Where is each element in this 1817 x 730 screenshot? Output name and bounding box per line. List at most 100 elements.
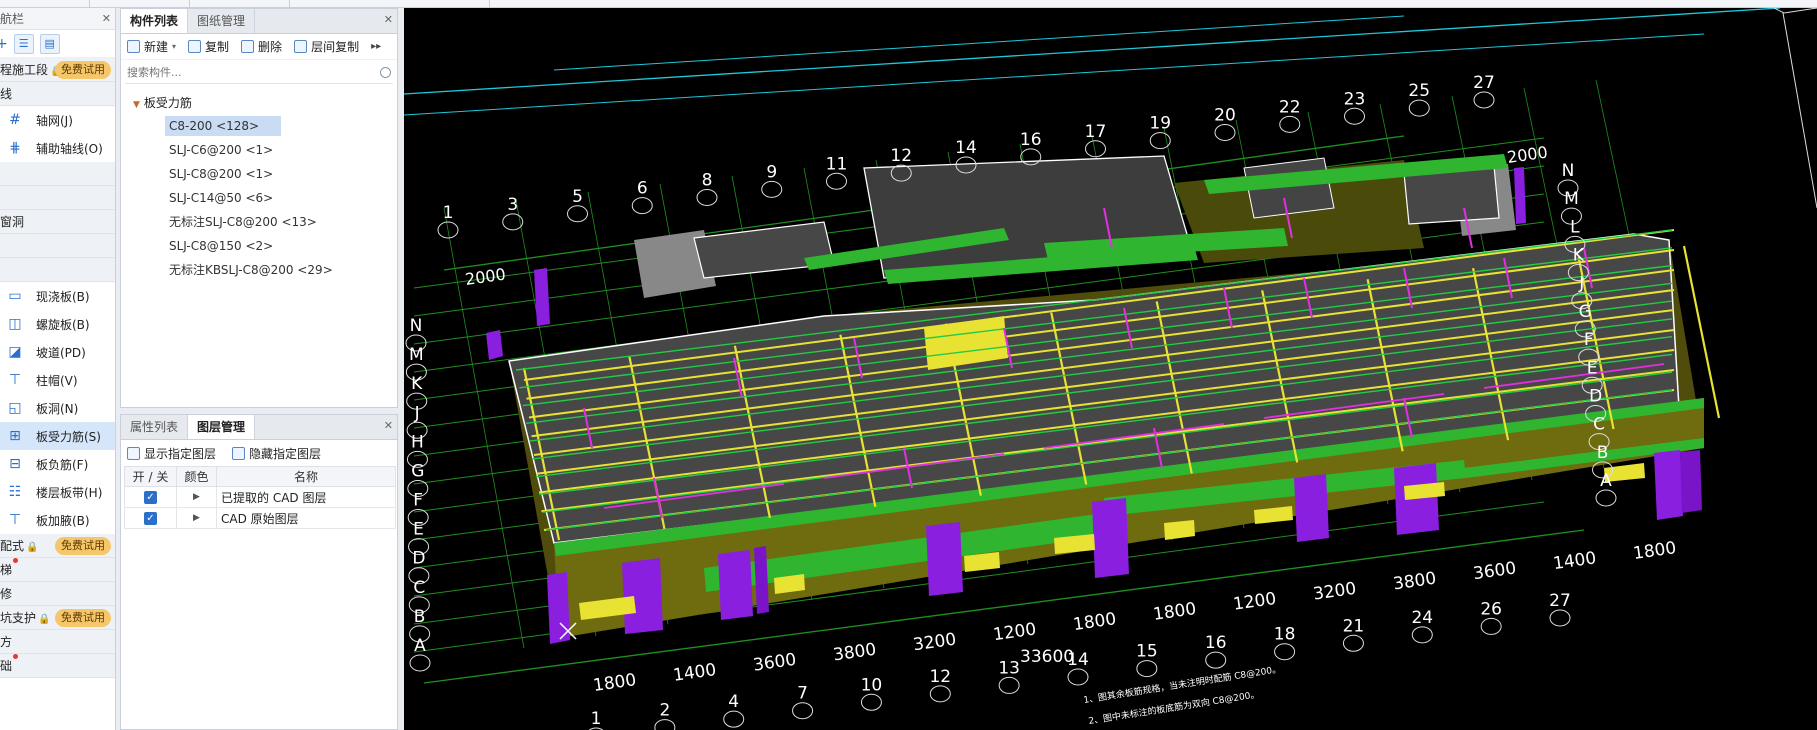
nav-section-column[interactable]: 柱 bbox=[0, 162, 115, 186]
bottom-axis-bubble: 10 bbox=[861, 675, 882, 711]
axis-label: 6 bbox=[637, 179, 648, 199]
detail-view-icon[interactable]: ▤ bbox=[39, 33, 60, 54]
list-item-label: SLJ-C14@50 <6> bbox=[169, 191, 274, 205]
free-trial-badge[interactable]: 免费试用 bbox=[55, 609, 111, 627]
tab-layer-management[interactable]: 图层管理 bbox=[188, 415, 256, 439]
axis-bubble-outline bbox=[792, 702, 814, 720]
axis-bubble-outline bbox=[998, 676, 1020, 694]
free-trial-badge[interactable]: 免费试用 bbox=[55, 61, 111, 79]
nav-view-toolbar: + ☰ ▤ bbox=[0, 30, 115, 58]
copy-icon bbox=[188, 40, 202, 53]
nav-item-ramp[interactable]: ◪ 坡道(PD) bbox=[0, 338, 115, 366]
list-item[interactable]: SLJ-C6@200 <1> bbox=[121, 138, 397, 162]
expand-icon[interactable]: ▶ bbox=[176, 486, 217, 508]
layer-visible-checkbox[interactable]: ✓ bbox=[144, 511, 157, 525]
axis-label: 9 bbox=[766, 162, 777, 182]
layer-visible-checkbox[interactable]: ✓ bbox=[144, 490, 157, 504]
viewport-canvas[interactable]: 1 3 5 6 8 9 11 12 14 16 17 19 20 22 23 25 271 2 4 7 10 12 13 14… bbox=[404, 8, 1817, 730]
nav-item-slab-strip[interactable]: ☷ 楼层板带(H) bbox=[0, 478, 115, 506]
top-toolbar-segment[interactable] bbox=[0, 0, 90, 7]
new-label: 新建 bbox=[144, 40, 169, 54]
nav-section-earthwork[interactable]: 土方 bbox=[0, 630, 115, 654]
close-icon[interactable]: ✕ bbox=[384, 13, 393, 26]
search-icon[interactable] bbox=[380, 67, 391, 78]
copy-button[interactable]: 复制 bbox=[188, 38, 229, 55]
list-view-icon[interactable]: ☰ bbox=[13, 33, 34, 54]
list-item[interactable]: 无标注SLJ-C8@200 <13> bbox=[121, 210, 397, 234]
axis-label: G bbox=[1579, 302, 1592, 322]
close-icon[interactable]: ✕ bbox=[102, 8, 111, 30]
nav-item-column-cap[interactable]: ⊤ 柱帽(V) bbox=[0, 366, 115, 394]
dimension-label: 3600 bbox=[752, 650, 798, 676]
nav-section-pit-support[interactable]: 基坑支护🔒 免费试用 bbox=[0, 606, 115, 630]
hide-layer-label: 隐藏指定图层 bbox=[249, 446, 322, 461]
nav-section-decoration[interactable]: 装修 bbox=[0, 582, 115, 606]
axis-label: 22 bbox=[1279, 97, 1301, 117]
show-layer-button[interactable]: 显示指定图层 bbox=[127, 445, 216, 462]
nav-item-aux-grid[interactable]: ⋕ 辅助轴线(O) bbox=[0, 134, 115, 162]
nav-item-slab-rebar[interactable]: ⊞ 板受力筋(S) bbox=[0, 422, 115, 450]
bottom-axis-bubble: 1 bbox=[588, 709, 604, 730]
top-toolbar-segment[interactable] bbox=[290, 0, 490, 7]
nav-item-grid[interactable]: # 轴网(J) bbox=[0, 106, 115, 134]
nav-section-stairs[interactable]: 楼梯 bbox=[0, 558, 115, 582]
nav-section-axis[interactable]: 轴线 bbox=[0, 82, 115, 106]
axis-label: D bbox=[412, 549, 425, 569]
axis-label: M bbox=[409, 345, 424, 365]
nav-section-slab[interactable]: 板 bbox=[0, 258, 115, 282]
add-icon[interactable]: + bbox=[0, 36, 8, 52]
3d-model-viewport[interactable]: 1 3 5 6 8 9 11 12 14 16 17 19 20 22 23 25 27 1 2 4 7 10 12 13 14… bbox=[404, 8, 1817, 730]
nav-item-negative-rebar[interactable]: ⊟ 板负筋(F) bbox=[0, 450, 115, 478]
layer-table: 开 / 关 颜色 名称 ✓ ▶ 已提取的 CAD 图层 ✓ ▶ CAD 原始图层 bbox=[124, 466, 396, 529]
new-button[interactable]: 新建 ▾ bbox=[127, 38, 176, 55]
nav-section-prefab[interactable]: 装配式🔒 免费试用 bbox=[0, 534, 115, 558]
table-row[interactable]: ✓ ▶ 已提取的 CAD 图层 bbox=[124, 486, 396, 508]
nav-item-haunch[interactable]: ⊤ 板加腋(B) bbox=[0, 506, 115, 534]
list-item[interactable]: 无标注KBSLJ-C8@200 <29> bbox=[121, 258, 397, 282]
top-axis-bubble: 27 bbox=[1473, 73, 1495, 109]
top-dimension-label: 2000 bbox=[464, 264, 507, 288]
nav-section-construction-stage[interactable]: 工程施工段🔒 免费试用 bbox=[0, 58, 115, 82]
column bbox=[1394, 463, 1439, 535]
tab-component-list[interactable]: 构件列表 bbox=[121, 9, 189, 33]
list-item[interactable]: SLJ-C8@150 <2> bbox=[121, 234, 397, 258]
search-input[interactable] bbox=[127, 66, 357, 79]
nav-section-label: 土方 bbox=[0, 635, 13, 649]
list-item[interactable]: SLJ-C14@50 <6> bbox=[121, 186, 397, 210]
hide-layer-button[interactable]: 隐藏指定图层 bbox=[232, 445, 321, 462]
nav-item-label: 楼层板带(H) bbox=[36, 485, 103, 500]
expand-icon[interactable]: ▼ bbox=[133, 100, 140, 110]
dimension-label: 1800 bbox=[1072, 609, 1118, 635]
top-toolbar-segment[interactable] bbox=[190, 0, 290, 7]
top-toolbar-segment[interactable] bbox=[90, 0, 190, 7]
tab-drawing-management[interactable]: 图纸管理 bbox=[188, 9, 256, 33]
nav-item-cast-slab[interactable]: ▭ 现浇板(B) bbox=[0, 282, 115, 310]
nav-section-beam[interactable]: 梁 bbox=[0, 234, 115, 258]
close-icon[interactable]: ✕ bbox=[384, 419, 393, 432]
axis-label: 2 bbox=[659, 701, 670, 721]
axis-label: 16 bbox=[1205, 633, 1227, 653]
tree-root[interactable]: ▼ 板受力筋 bbox=[121, 92, 397, 114]
reference-line bbox=[404, 33, 1705, 116]
column bbox=[486, 330, 503, 360]
more-icon[interactable]: ▸▸ bbox=[371, 41, 381, 52]
expand-icon[interactable]: ▶ bbox=[176, 507, 217, 529]
free-trial-badge[interactable]: 免费试用 bbox=[55, 537, 111, 555]
floor-copy-label: 层间复制 bbox=[311, 40, 360, 54]
nav-section-openings[interactable]: 门窗洞 bbox=[0, 210, 115, 234]
list-item[interactable]: SLJ-C8@200 <1> bbox=[121, 162, 397, 186]
nav-section-wall[interactable]: 墙 bbox=[0, 186, 115, 210]
nav-item-spiral-slab[interactable]: ◫ 螺旋板(B) bbox=[0, 310, 115, 338]
nav-item-slab-hole[interactable]: ◱ 板洞(N) bbox=[0, 394, 115, 422]
axis-bubble-outline bbox=[1480, 617, 1502, 635]
floor-copy-button[interactable]: 层间复制 bbox=[294, 38, 359, 55]
delete-button[interactable]: 删除 bbox=[241, 38, 282, 55]
tab-property-list[interactable]: 属性列表 bbox=[121, 415, 189, 439]
list-item[interactable]: C8-200 <128> bbox=[121, 114, 397, 138]
table-row[interactable]: ✓ ▶ CAD 原始图层 bbox=[124, 507, 396, 529]
axis-label: 13 bbox=[998, 658, 1020, 678]
nav-header: 导航栏 ✕ bbox=[0, 8, 115, 30]
nav-section-label: 轴线 bbox=[0, 87, 13, 101]
axis-bubble-outline bbox=[409, 654, 431, 672]
nav-section-foundation[interactable]: 基础 bbox=[0, 654, 115, 678]
